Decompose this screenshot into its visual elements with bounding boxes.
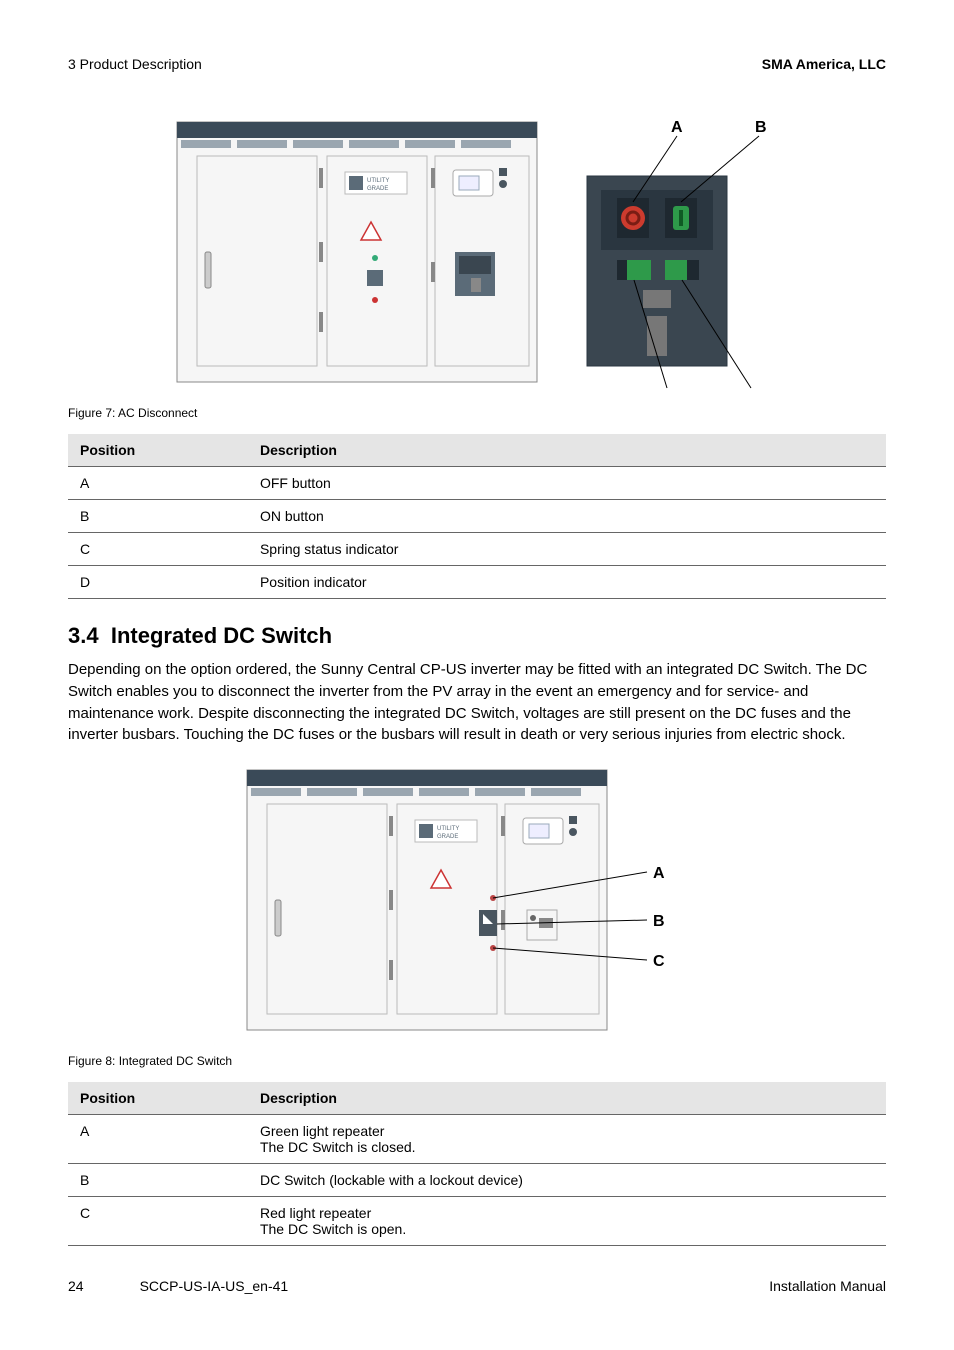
- figure-8-caption: Figure 8: Integrated DC Switch: [68, 1054, 886, 1068]
- label-C2: C: [653, 953, 665, 970]
- label-C: C: [745, 391, 757, 392]
- page-number: 24: [68, 1278, 84, 1294]
- section-body: Depending on the option ordered, the Sun…: [68, 659, 886, 746]
- figure-7-caption: Figure 7: AC Disconnect: [68, 406, 886, 420]
- table-row: B DC Switch (lockable with a lockout dev…: [68, 1164, 886, 1197]
- cell-line: Red light repeater: [260, 1205, 874, 1221]
- page-footer: 24 SCCP-US-IA-US_en-41 Installation Manu…: [68, 1278, 886, 1294]
- header-right: SMA America, LLC: [762, 56, 886, 72]
- table-ac-disconnect: Position Description AOFF button BON but…: [68, 434, 886, 599]
- table-row: BON button: [68, 500, 886, 533]
- cell-line: Green light repeater: [260, 1123, 874, 1139]
- label-A2: A: [653, 865, 665, 882]
- section-number: 3.4: [68, 623, 99, 648]
- page-header: 3 Product Description SMA America, LLC: [68, 56, 886, 72]
- table-row: DPosition indicator: [68, 566, 886, 599]
- grade-text: GRADE: [367, 186, 388, 192]
- table2-header-position: Position: [68, 1082, 248, 1115]
- grade-text-2: GRADE: [437, 834, 458, 840]
- utility-text: UTILITY: [367, 178, 389, 184]
- table-dc-switch: Position Description A Green light repea…: [68, 1082, 886, 1246]
- cell-line: The DC Switch is closed.: [260, 1139, 874, 1155]
- label-A: A: [671, 119, 683, 136]
- table2-header-description: Description: [248, 1082, 886, 1115]
- table1-header-description: Description: [248, 434, 886, 467]
- table-row: CSpring status indicator: [68, 533, 886, 566]
- cell-line: The DC Switch is open.: [260, 1221, 874, 1237]
- figure-7: UTILITY GRADE: [68, 112, 886, 392]
- figure-8: UTILITY GRADE A: [68, 760, 886, 1040]
- label-B: B: [755, 119, 767, 136]
- section-title: Integrated DC Switch: [111, 623, 332, 648]
- footer-right: Installation Manual: [769, 1278, 886, 1294]
- doc-id: SCCP-US-IA-US_en-41: [140, 1278, 289, 1294]
- table-row: C Red light repeater The DC Switch is op…: [68, 1197, 886, 1246]
- header-left: 3 Product Description: [68, 56, 202, 72]
- table-row: A Green light repeater The DC Switch is …: [68, 1115, 886, 1164]
- cell-line: DC Switch (lockable with a lockout devic…: [260, 1172, 874, 1188]
- label-D: D: [659, 391, 671, 392]
- table1-header-position: Position: [68, 434, 248, 467]
- label-B2: B: [653, 913, 665, 930]
- section-heading: 3.4 Integrated DC Switch: [68, 623, 886, 649]
- table-row: AOFF button: [68, 467, 886, 500]
- utility-text-2: UTILITY: [437, 826, 459, 832]
